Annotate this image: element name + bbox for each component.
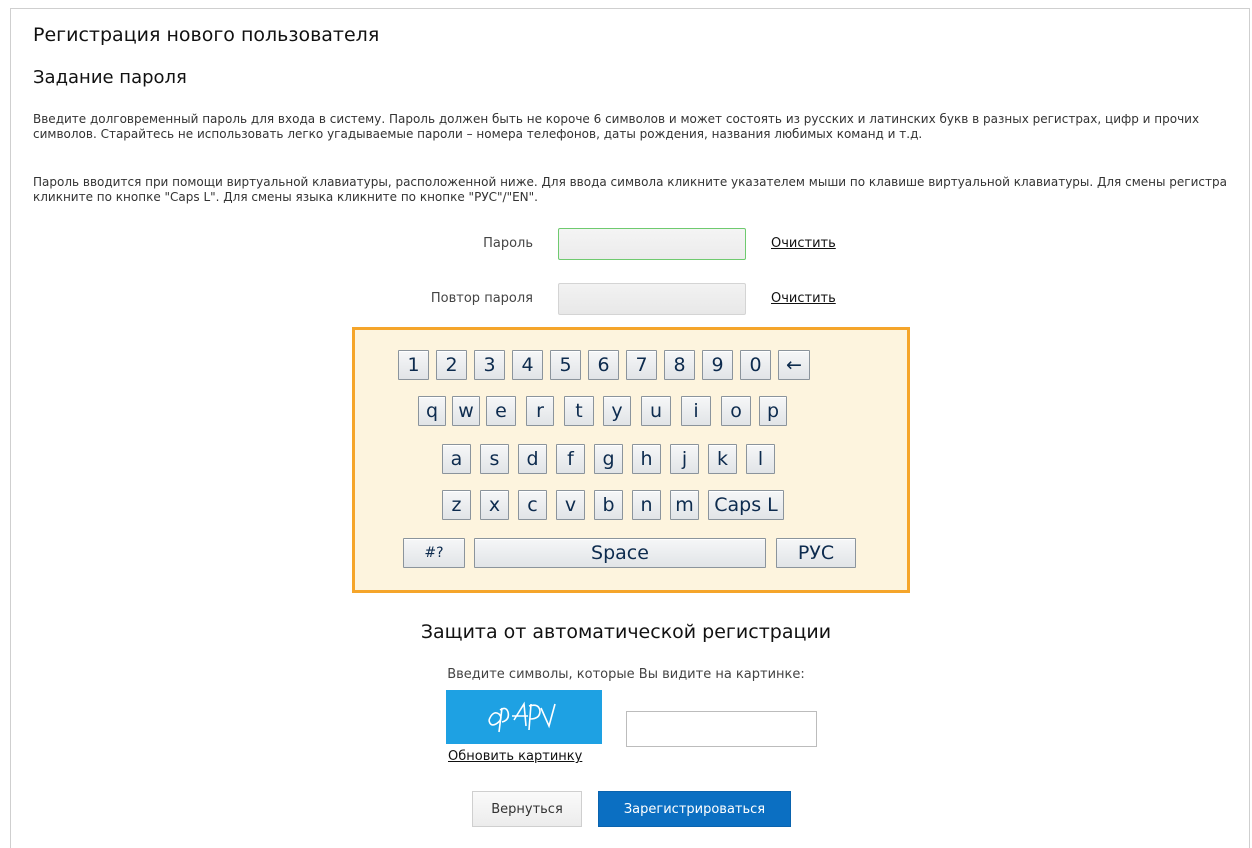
key-0[interactable]: 0 <box>740 350 771 380</box>
key-p[interactable]: p <box>759 396 787 426</box>
captcha-refresh-link[interactable]: Обновить картинку <box>448 749 582 764</box>
key-1[interactable]: 1 <box>398 350 429 380</box>
key-7[interactable]: 7 <box>626 350 657 380</box>
captcha-input[interactable] <box>626 711 817 747</box>
key-k[interactable]: k <box>708 444 737 474</box>
captcha-glyphs <box>488 701 556 733</box>
key-m[interactable]: m <box>670 490 699 520</box>
key-5[interactable]: 5 <box>550 350 581 380</box>
captcha-hint: Введите символы, которые Вы видите на ка… <box>447 667 805 682</box>
key-b[interactable]: b <box>594 490 623 520</box>
keyboard-row-4: z x c v b n m Caps L <box>442 490 784 520</box>
section-title: Задание пароля <box>33 67 187 88</box>
virtual-keyboard: 1 2 3 4 5 6 7 8 9 0 ← q w e r t y u i o … <box>352 327 910 593</box>
key-3[interactable]: 3 <box>474 350 505 380</box>
back-button[interactable]: Вернуться <box>472 791 582 827</box>
keyboard-row-1: 1 2 3 4 5 6 7 8 9 0 ← <box>398 350 810 380</box>
password-field[interactable] <box>558 228 746 260</box>
key-x[interactable]: x <box>480 490 509 520</box>
key-o[interactable]: o <box>721 396 751 426</box>
key-f[interactable]: f <box>556 444 585 474</box>
key-z[interactable]: z <box>442 490 471 520</box>
key-y[interactable]: y <box>603 396 631 426</box>
key-4[interactable]: 4 <box>512 350 543 380</box>
key-2[interactable]: 2 <box>436 350 467 380</box>
password-label: Пароль <box>483 236 533 251</box>
key-l[interactable]: l <box>746 444 775 474</box>
key-g[interactable]: g <box>594 444 623 474</box>
key-t[interactable]: t <box>564 396 594 426</box>
keyboard-row-2: q w e r t y u i o p <box>418 396 787 426</box>
instructions-paragraph-1: Введите долговременный пароль для входа … <box>33 112 1200 141</box>
password-repeat-field[interactable] <box>558 283 746 315</box>
key-u[interactable]: u <box>641 396 671 426</box>
instructions-paragraph-2: Пароль вводится при помощи виртуальной к… <box>33 175 1227 204</box>
key-6[interactable]: 6 <box>588 350 619 380</box>
key-d[interactable]: d <box>518 444 547 474</box>
key-w[interactable]: w <box>452 396 480 426</box>
key-r[interactable]: r <box>526 396 554 426</box>
password-repeat-clear-link[interactable]: Очистить <box>771 291 836 306</box>
key-9[interactable]: 9 <box>702 350 733 380</box>
key-q[interactable]: q <box>418 396 446 426</box>
key-c[interactable]: c <box>518 490 547 520</box>
key-s[interactable]: s <box>480 444 509 474</box>
register-button[interactable]: Зарегистрироваться <box>598 791 791 827</box>
keyboard-row-3: a s d f g h j k l <box>442 444 775 474</box>
key-e[interactable]: e <box>486 396 516 426</box>
keyboard-row-5: #? Space РУС <box>403 538 856 568</box>
key-8[interactable]: 8 <box>664 350 695 380</box>
key-a[interactable]: a <box>442 444 471 474</box>
key-h[interactable]: h <box>632 444 661 474</box>
caps-lock-key[interactable]: Caps L <box>708 490 784 520</box>
page-title: Регистрация нового пользователя <box>33 24 380 46</box>
symbols-key[interactable]: #? <box>403 538 465 568</box>
key-i[interactable]: i <box>681 396 711 426</box>
captcha-image <box>446 690 602 744</box>
password-repeat-label: Повтор пароля <box>430 291 533 306</box>
space-key[interactable]: Space <box>474 538 766 568</box>
password-clear-link[interactable]: Очистить <box>771 236 836 251</box>
backspace-key[interactable]: ← <box>778 350 810 380</box>
language-toggle-key[interactable]: РУС <box>776 538 856 568</box>
key-v[interactable]: v <box>556 490 585 520</box>
key-n[interactable]: n <box>632 490 661 520</box>
key-j[interactable]: j <box>670 444 699 474</box>
captcha-title: Защита от автоматической регистрации <box>420 621 832 643</box>
